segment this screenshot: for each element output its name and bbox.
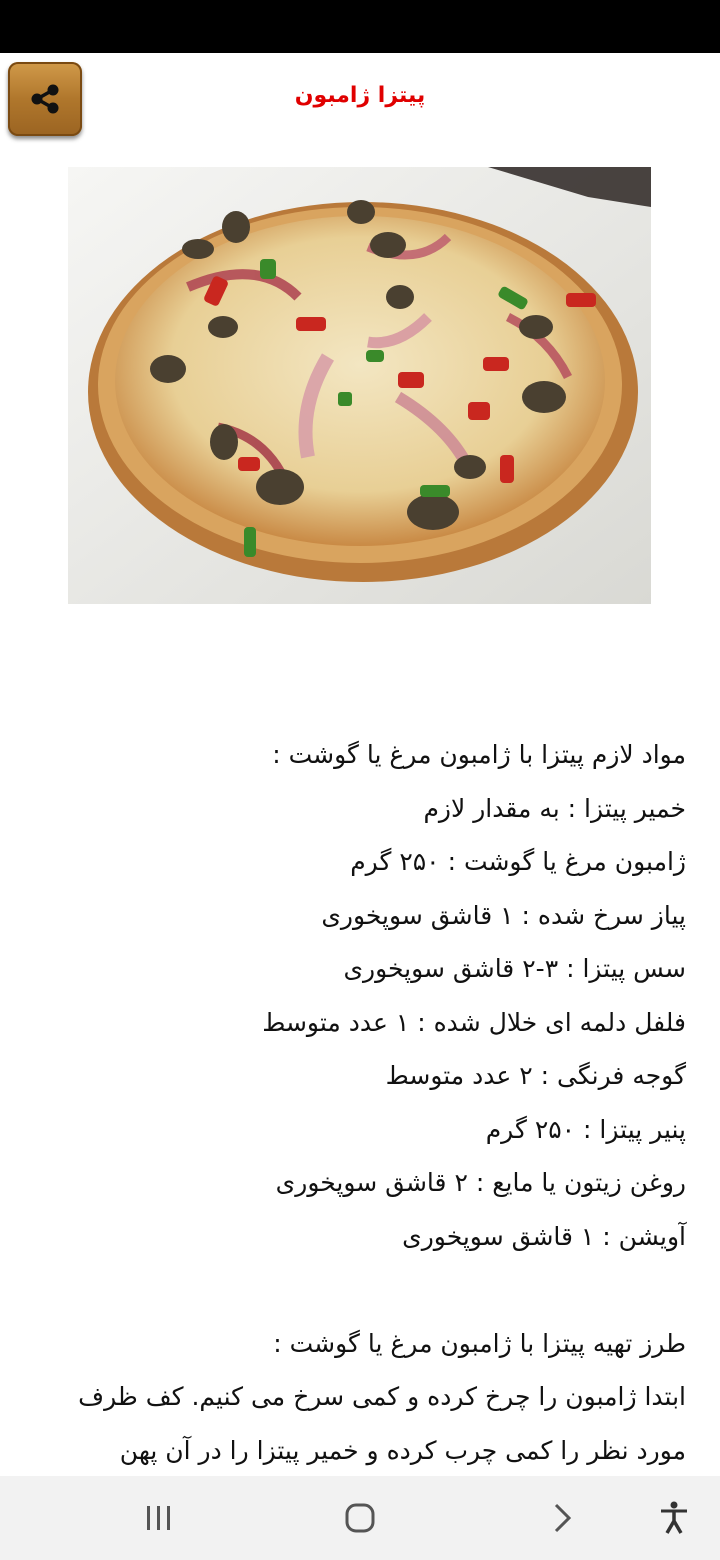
recent-apps-icon [147, 1506, 170, 1530]
recipe-text: مواد لازم پیتزا با ژامبون مرغ یا گوشت : … [36, 728, 686, 1477]
recent-apps-button[interactable] [137, 1496, 181, 1540]
ingredient-item: خمیر پیتزا : به مقدار لازم [423, 793, 686, 823]
ingredient-item: گوجه فرنگی : ۲ عدد متوسط [385, 1061, 686, 1090]
method-line: ابتدا ژامبون را چرخ کرده و کمی سرخ می کن… [78, 1382, 686, 1411]
status-bar [0, 0, 720, 53]
back-icon [554, 1503, 572, 1533]
home-button[interactable] [338, 1496, 382, 1540]
ingredient-item: آویشن : ۱ قاشق سوپخوری [402, 1221, 686, 1251]
share-icon [31, 84, 59, 114]
accessibility-icon [661, 1501, 687, 1534]
ingredient-item: پیاز سرخ شده : ۱ قاشق سوپخوری [321, 900, 686, 930]
home-icon [345, 1503, 375, 1533]
share-button[interactable] [8, 62, 82, 136]
ingredient-item: فلفل دلمه ای خلال شده : ۱ عدد متوسط [262, 1007, 686, 1037]
ingredient-item: سس پیتزا : ۳-۲ قاشق سوپخوری [343, 954, 686, 983]
method-heading: طرز تهیه پیتزا با ژامبون مرغ یا گوشت : [273, 1328, 686, 1358]
recipe-photo [68, 167, 651, 604]
ingredient-item: روغن زیتون یا مایع : ۲ قاشق سوپخوری [275, 1168, 686, 1197]
ingredient-item: ژامبون مرغ یا گوشت : ۲۵۰ گرم [350, 847, 686, 876]
page-title: پیتزا ژامبون [294, 83, 426, 108]
ingredient-item: پنیر پیتزا : ۲۵۰ گرم [485, 1114, 686, 1144]
navigation-bar [0, 1476, 720, 1560]
ingredients-heading: مواد لازم پیتزا با ژامبون مرغ یا گوشت : [272, 740, 686, 769]
back-button[interactable] [540, 1496, 584, 1540]
app-header: پیتزا ژامبون [0, 53, 720, 153]
accessibility-button[interactable] [652, 1496, 696, 1540]
method-line: مورد نظر را کمی چرب کرده و خمیر پیتزا را… [119, 1435, 686, 1465]
